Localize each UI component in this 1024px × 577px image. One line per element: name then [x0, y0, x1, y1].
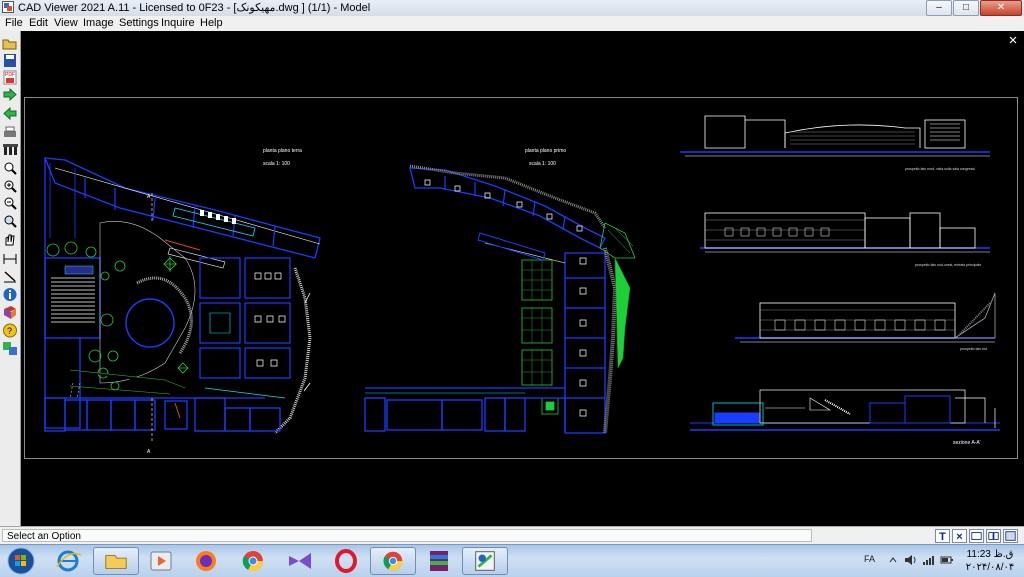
plan2-title: planta plano primo [525, 148, 566, 154]
window-controls: – □ ✕ [926, 0, 1022, 16]
section-mark-bottom: A [147, 449, 151, 455]
cad-viewer-taskbar-icon[interactable] [462, 547, 508, 575]
arrow-right-icon[interactable] [2, 87, 18, 102]
minimize-button[interactable]: – [926, 0, 952, 16]
status-text: Select an Option [2, 529, 812, 542]
elevation-north-caption: prospetto lato nord, vista sulla sala co… [905, 167, 975, 171]
svg-text:PDF: PDF [5, 72, 15, 78]
menu-settings[interactable]: Settings [119, 17, 159, 29]
status-bar: Select an Option T × [0, 526, 1024, 545]
elevation-east-caption: prospetto lato est [960, 347, 987, 351]
chrome-window-icon[interactable] [370, 547, 416, 575]
compare-icon[interactable] [2, 341, 18, 356]
network-icon[interactable] [922, 554, 936, 566]
clock-date[interactable]: ۲۰۲۴/۰۸/۰۴ [960, 562, 1020, 573]
elevation-north: prospetto lato nord, vista sulla sala co… [680, 115, 990, 171]
measure-icon[interactable] [2, 251, 18, 266]
zoom-in-icon[interactable] [2, 179, 18, 194]
zoom-icon[interactable] [2, 161, 18, 176]
elevation-southwest: prospetto lato sud-ovest, entrata princi… [700, 212, 990, 267]
auditorium [44, 257, 101, 339]
firefox-icon[interactable] [183, 547, 229, 575]
plan1-scale: scala 1: 100 [263, 161, 290, 167]
title-bar: CAD Viewer 2021 A.11 - Licensed to 0F23 … [0, 0, 1024, 17]
plan2-scale: scala 1: 100 [529, 161, 556, 167]
zoom-extents-icon[interactable] [2, 214, 18, 229]
central-rooms [199, 257, 291, 399]
section-aa: sezione A-A' [690, 389, 1000, 446]
layers-icon[interactable] [2, 142, 18, 157]
opera-icon[interactable] [323, 547, 369, 575]
elevation-east: prospetto lato est [735, 292, 996, 351]
menu-view[interactable]: View [54, 17, 78, 29]
trees [46, 241, 189, 391]
book-icon[interactable] [2, 305, 18, 320]
drawing-sheet: A A planta plano terra scala 1: 100 plan… [24, 97, 1018, 459]
speaker-icon[interactable] [904, 554, 918, 566]
cancel-tool-button[interactable]: × [952, 529, 967, 543]
left-toolbar: PDF ? [0, 31, 21, 526]
first-floor-plan: planta plano primo scala 1: 100 [364, 148, 636, 434]
courtyard [99, 221, 196, 384]
elevation-southwest-caption: prospetto lato sud-ovest, entrata princi… [915, 263, 981, 267]
battery-icon[interactable] [940, 554, 954, 566]
taskbar: FA 11:23 ق.ظ ۲۰۲۴/۰۸/۰۴ [0, 544, 1024, 577]
menu-help[interactable]: Help [200, 17, 223, 29]
full-view-icon[interactable] [1003, 529, 1018, 543]
tray-arrow-icon[interactable] [888, 555, 898, 565]
zoom-out-icon[interactable] [2, 196, 18, 211]
file-explorer-icon[interactable] [93, 547, 139, 575]
cad-drawing: A A planta plano terra scala 1: 100 plan… [43, 115, 1000, 455]
clock-time[interactable]: 11:23 ق.ظ [960, 549, 1020, 560]
media-player-icon[interactable] [138, 547, 184, 575]
maximize-button[interactable]: □ [953, 0, 979, 16]
internet-explorer-icon[interactable] [45, 547, 91, 575]
menu-bar: File Edit View Image Settings Inquire He… [0, 16, 1024, 31]
section-aa-caption: sezione A-A' [953, 440, 981, 446]
ground-floor-plan: A A planta plano terra scala 1: 100 [43, 148, 321, 455]
menu-file[interactable]: File [5, 17, 23, 29]
svg-text:?: ? [7, 326, 12, 336]
cad-viewer-app-icon [2, 1, 14, 13]
chrome-icon[interactable] [230, 547, 276, 575]
menu-image[interactable]: Image [83, 17, 114, 29]
visual-studio-icon[interactable] [277, 547, 323, 575]
window-title: CAD Viewer 2021 A.11 - Licensed to 0F23 … [18, 2, 371, 14]
menu-edit[interactable]: Edit [29, 17, 48, 29]
close-drawing-icon[interactable] [1008, 35, 1018, 45]
arrow-left-icon[interactable] [2, 106, 18, 121]
section-mark-top: A [147, 194, 151, 200]
start-button-icon[interactable] [6, 547, 36, 575]
print-icon[interactable] [2, 125, 18, 140]
winrar-icon[interactable] [416, 547, 462, 575]
drawing-canvas[interactable]: A A planta plano terra scala 1: 100 plan… [21, 31, 1024, 526]
distance-icon[interactable] [2, 269, 18, 284]
system-tray: FA 11:23 ق.ظ ۲۰۲۴/۰۸/۰۴ [864, 545, 1024, 577]
first-floor-vertical-wing [564, 252, 606, 434]
pan-hand-icon[interactable] [2, 232, 18, 247]
first-floor-bottom-rooms [364, 387, 566, 433]
info-icon[interactable] [2, 287, 18, 302]
plan1-title: planta plano terra [263, 148, 302, 154]
text-tool-button[interactable]: T [935, 529, 950, 543]
help-icon[interactable]: ? [2, 323, 18, 338]
tile-view-icon[interactable] [986, 529, 1001, 543]
export-pdf-icon[interactable]: PDF [2, 70, 18, 85]
green-courts [521, 259, 559, 415]
window-view-icon[interactable] [969, 529, 984, 543]
menu-inquire[interactable]: Inquire [161, 17, 195, 29]
language-indicator[interactable]: FA [864, 554, 875, 564]
open-folder-icon[interactable] [2, 36, 18, 51]
close-button[interactable]: ✕ [980, 0, 1022, 16]
save-icon[interactable] [2, 53, 18, 68]
